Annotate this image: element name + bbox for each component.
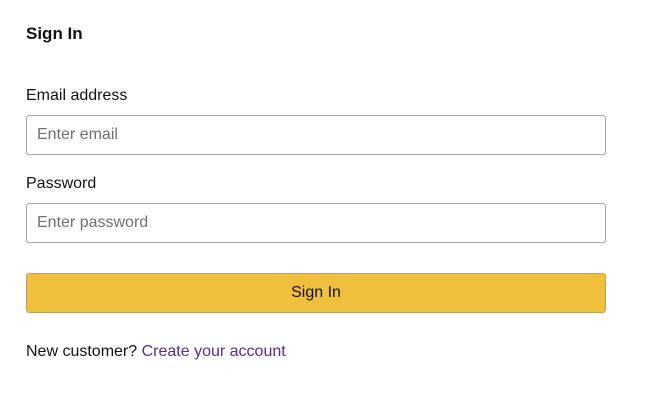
new-customer-row: New customer? Create your account bbox=[26, 342, 286, 362]
page-title: Sign In bbox=[26, 24, 83, 43]
password-label: Password bbox=[26, 175, 97, 192]
create-account-link[interactable]: Create your account bbox=[142, 343, 286, 360]
email-field[interactable] bbox=[26, 115, 606, 155]
password-field[interactable] bbox=[26, 203, 606, 243]
new-customer-prompt: New customer? bbox=[26, 343, 138, 360]
email-label: Email address bbox=[26, 87, 128, 104]
sign-in-button[interactable]: Sign In bbox=[26, 273, 606, 313]
